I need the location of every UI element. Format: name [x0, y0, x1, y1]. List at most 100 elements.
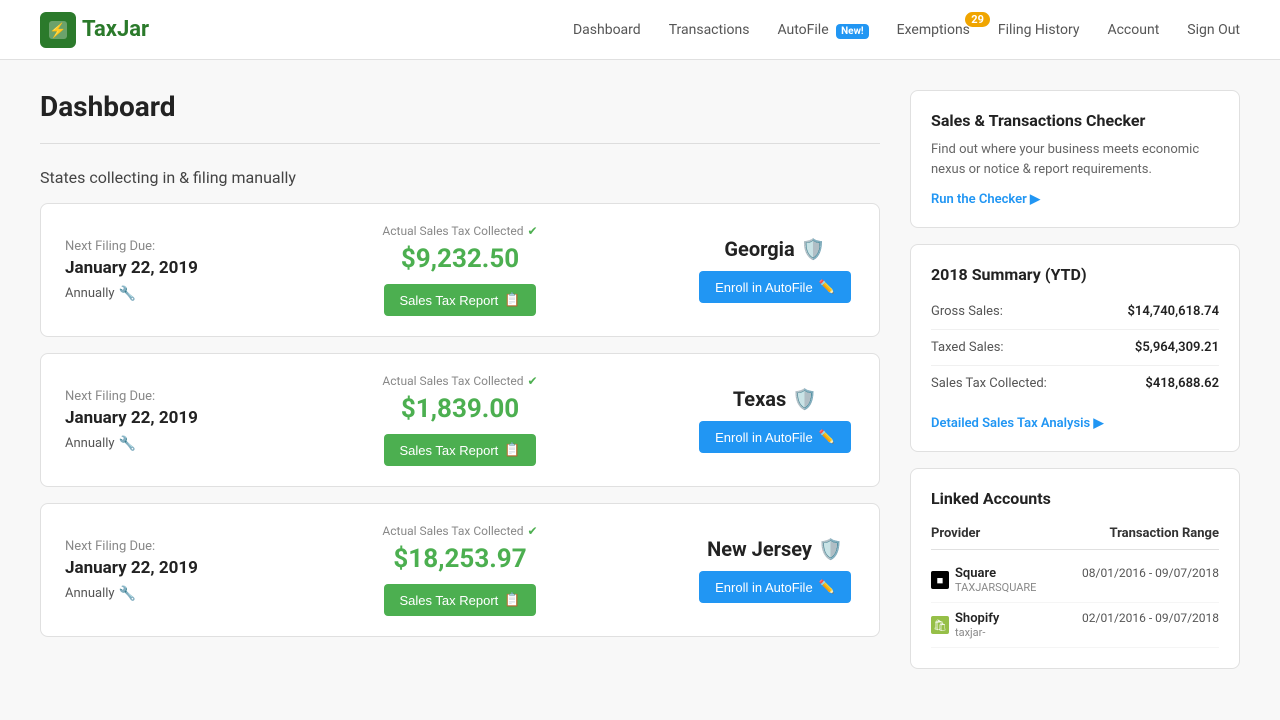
- wrench-icon-texas[interactable]: 🔧: [119, 436, 136, 452]
- collected-label-texas: Actual Sales Tax Collected ✔: [245, 374, 675, 388]
- header: ⚡ TaxJar Dashboard Transactions AutoFile…: [0, 0, 1280, 60]
- report-icon-georgia: 📋: [504, 292, 520, 308]
- next-filing-label-new-jersey: Next Filing Due:: [65, 539, 225, 554]
- collected-amount-new-jersey: $18,253.97: [245, 544, 675, 574]
- account-info-shopify: 🛍 Shopify taxjar-: [931, 611, 999, 639]
- nav-sign-out[interactable]: Sign Out: [1187, 22, 1240, 38]
- report-icon-new-jersey: 📋: [504, 592, 520, 608]
- summary-row-collected: Sales Tax Collected: $418,688.62: [931, 366, 1219, 401]
- state-name-new-jersey: New Jersey 🛡️: [695, 537, 855, 561]
- square-range: 08/01/2016 - 09/07/2018: [1082, 566, 1219, 580]
- card-left-georgia: Next Filing Due: January 22, 2019 Annual…: [65, 239, 225, 302]
- taxed-sales-value: $5,964,309.21: [1135, 340, 1219, 355]
- logo-text: TaxJar: [82, 17, 149, 42]
- next-filing-date-texas: January 22, 2019: [65, 408, 225, 428]
- collected-label-new-jersey: Actual Sales Tax Collected ✔: [245, 524, 675, 538]
- state-name-texas: Texas 🛡️: [695, 387, 855, 411]
- state-card-new-jersey: Next Filing Due: January 22, 2019 Annual…: [40, 503, 880, 637]
- square-provider-name: Square: [955, 566, 1036, 581]
- section-title: States collecting in & filing manually: [40, 168, 880, 187]
- exemptions-badge: 29: [965, 12, 990, 27]
- shopify-sub-name: taxjar-: [955, 626, 999, 639]
- card-right-new-jersey: New Jersey 🛡️ Enroll in AutoFile ✏️: [695, 537, 855, 603]
- account-details-shopify: Shopify taxjar-: [955, 611, 999, 639]
- card-middle-texas: Actual Sales Tax Collected ✔ $1,839.00 S…: [245, 374, 675, 466]
- autofile-icon-new-jersey: ✏️: [819, 579, 835, 595]
- account-info-square: ■ Square TAXJARSQUARE: [931, 566, 1036, 594]
- checker-panel: Sales & Transactions Checker Find out wh…: [910, 90, 1240, 228]
- collected-amount-georgia: $9,232.50: [245, 244, 675, 274]
- nav-transactions[interactable]: Transactions: [669, 22, 750, 38]
- shopify-icon: 🛍: [931, 616, 949, 634]
- detailed-analysis-link[interactable]: Detailed Sales Tax Analysis ▶: [931, 416, 1103, 431]
- sales-tax-collected-value: $418,688.62: [1145, 376, 1219, 391]
- card-middle-georgia: Actual Sales Tax Collected ✔ $9,232.50 S…: [245, 224, 675, 316]
- nav-account[interactable]: Account: [1107, 22, 1159, 38]
- linked-accounts-panel: Linked Accounts Provider Transaction Ran…: [910, 468, 1240, 669]
- card-left-new-jersey: Next Filing Due: January 22, 2019 Annual…: [65, 539, 225, 602]
- taxed-sales-label: Taxed Sales:: [931, 340, 1004, 355]
- wrench-icon-new-jersey[interactable]: 🔧: [119, 586, 136, 602]
- autofile-icon-texas: ✏️: [819, 429, 835, 445]
- frequency-new-jersey: Annually 🔧: [65, 586, 225, 602]
- state-card-texas: Next Filing Due: January 22, 2019 Annual…: [40, 353, 880, 487]
- autofile-new-badge: New!: [836, 24, 869, 39]
- frequency-georgia: Annually 🔧: [65, 286, 225, 302]
- next-filing-label-texas: Next Filing Due:: [65, 389, 225, 404]
- provider-header: Provider: [931, 526, 980, 541]
- check-icon-texas: ✔: [528, 374, 538, 388]
- summary-title: 2018 Summary (YTD): [931, 265, 1219, 284]
- nav-filing-history[interactable]: Filing History: [998, 22, 1080, 38]
- sales-tax-collected-label: Sales Tax Collected:: [931, 376, 1047, 391]
- divider: [40, 143, 880, 144]
- frequency-texas: Annually 🔧: [65, 436, 225, 452]
- sales-tax-report-btn-new-jersey[interactable]: Sales Tax Report 📋: [384, 584, 537, 616]
- sidebar: Sales & Transactions Checker Find out wh…: [910, 90, 1240, 685]
- linked-accounts-title: Linked Accounts: [931, 489, 1219, 508]
- card-right-texas: Texas 🛡️ Enroll in AutoFile ✏️: [695, 387, 855, 453]
- next-filing-label-georgia: Next Filing Due:: [65, 239, 225, 254]
- shield-icon-georgia: 🛡️: [801, 237, 826, 261]
- content-area: Dashboard States collecting in & filing …: [40, 90, 880, 685]
- shield-icon-texas: 🛡️: [792, 387, 817, 411]
- gross-sales-value: $14,740,618.74: [1128, 304, 1220, 319]
- logo-icon: ⚡: [40, 12, 76, 48]
- collected-label-georgia: Actual Sales Tax Collected ✔: [245, 224, 675, 238]
- square-icon: ■: [931, 571, 949, 589]
- nav-exemptions[interactable]: Exemptions 29: [897, 22, 970, 38]
- wrench-icon-georgia[interactable]: 🔧: [119, 286, 136, 302]
- account-row-square: ■ Square TAXJARSQUARE 08/01/2016 - 09/07…: [931, 558, 1219, 603]
- autofile-btn-new-jersey[interactable]: Enroll in AutoFile ✏️: [699, 571, 851, 603]
- state-card-georgia: Next Filing Due: January 22, 2019 Annual…: [40, 203, 880, 337]
- range-header: Transaction Range: [1109, 526, 1219, 541]
- summary-row-taxed: Taxed Sales: $5,964,309.21: [931, 330, 1219, 366]
- card-middle-new-jersey: Actual Sales Tax Collected ✔ $18,253.97 …: [245, 524, 675, 616]
- autofile-btn-georgia[interactable]: Enroll in AutoFile ✏️: [699, 271, 851, 303]
- run-checker-link[interactable]: Run the Checker ▶: [931, 192, 1040, 207]
- square-sub-name: TAXJARSQUARE: [955, 581, 1036, 594]
- nav-autofile[interactable]: AutoFile New!: [777, 22, 868, 38]
- svg-text:⚡: ⚡: [49, 22, 66, 39]
- sales-tax-report-btn-texas[interactable]: Sales Tax Report 📋: [384, 434, 537, 466]
- autofile-icon-georgia: ✏️: [819, 279, 835, 295]
- shopify-provider-name: Shopify: [955, 611, 999, 626]
- account-details-square: Square TAXJARSQUARE: [955, 566, 1036, 594]
- account-row-shopify: 🛍 Shopify taxjar- 02/01/2016 - 09/07/201…: [931, 603, 1219, 648]
- logo: ⚡ TaxJar: [40, 12, 149, 48]
- main-nav: Dashboard Transactions AutoFile New! Exe…: [573, 22, 1240, 38]
- nav-dashboard[interactable]: Dashboard: [573, 22, 641, 38]
- checker-title: Sales & Transactions Checker: [931, 111, 1219, 130]
- shopify-range: 02/01/2016 - 09/07/2018: [1082, 611, 1219, 625]
- main-content: Dashboard States collecting in & filing …: [0, 60, 1280, 715]
- next-filing-date-georgia: January 22, 2019: [65, 258, 225, 278]
- next-filing-date-new-jersey: January 22, 2019: [65, 558, 225, 578]
- check-icon-new-jersey: ✔: [528, 524, 538, 538]
- autofile-btn-texas[interactable]: Enroll in AutoFile ✏️: [699, 421, 851, 453]
- sales-tax-report-btn-georgia[interactable]: Sales Tax Report 📋: [384, 284, 537, 316]
- accounts-table-header: Provider Transaction Range: [931, 518, 1219, 550]
- shield-icon-new-jersey: 🛡️: [818, 537, 843, 561]
- check-icon-georgia: ✔: [528, 224, 538, 238]
- checker-desc: Find out where your business meets econo…: [931, 140, 1219, 179]
- state-name-georgia: Georgia 🛡️: [695, 237, 855, 261]
- collected-amount-texas: $1,839.00: [245, 394, 675, 424]
